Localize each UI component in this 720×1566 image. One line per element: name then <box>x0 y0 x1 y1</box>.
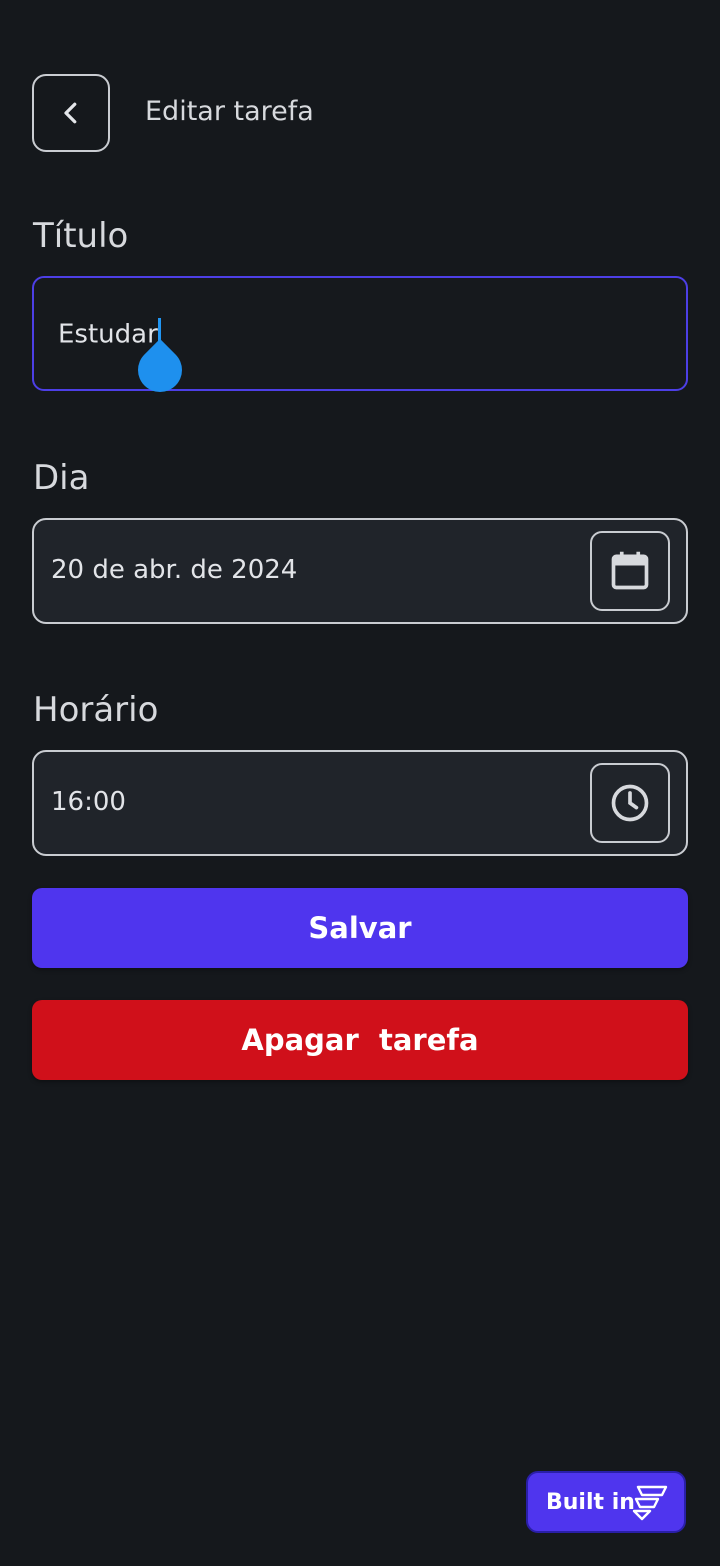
time-picker-field[interactable]: 16:00 <box>32 750 688 856</box>
calendar-icon <box>611 551 649 590</box>
calendar-button[interactable] <box>590 531 670 611</box>
clock-button[interactable] <box>590 763 670 843</box>
title-input-value[interactable]: Estudar <box>58 318 161 352</box>
built-in-badge[interactable]: Built in <box>526 1471 686 1533</box>
clock-icon <box>611 784 649 822</box>
back-button[interactable] <box>32 74 110 152</box>
time-label: Horário <box>33 690 159 730</box>
day-picker-field[interactable]: 20 de abr. de 2024 <box>32 518 688 624</box>
flutterflow-logo-icon <box>632 1485 668 1521</box>
page-title: Editar tarefa <box>145 96 314 127</box>
day-value: 20 de abr. de 2024 <box>51 555 298 585</box>
built-in-label: Built in <box>546 1489 635 1515</box>
chevron-left-icon <box>64 102 77 124</box>
delete-task-button[interactable]: Apagar tarefa <box>32 1000 688 1080</box>
day-label: Dia <box>33 458 90 498</box>
save-button[interactable]: Salvar <box>32 888 688 968</box>
title-input[interactable]: Estudar <box>32 276 688 402</box>
title-label: Título <box>33 216 129 256</box>
time-value: 16:00 <box>51 787 126 817</box>
